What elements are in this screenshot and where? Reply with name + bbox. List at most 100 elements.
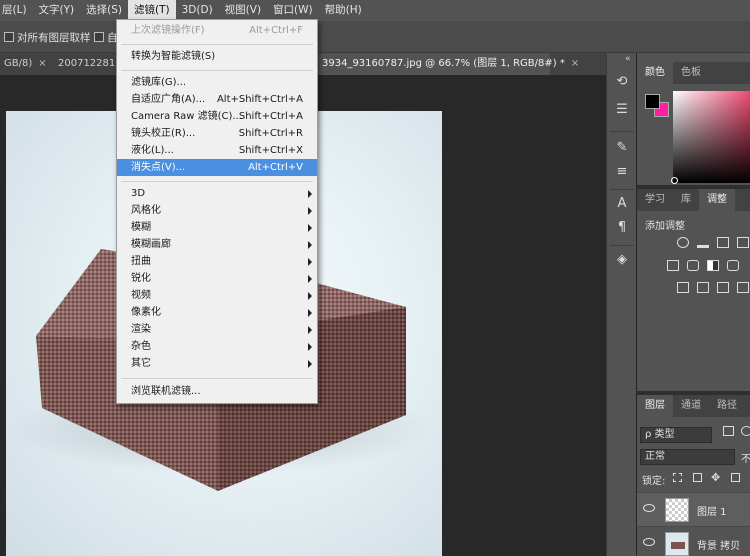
menu-item-blur-gallery[interactable]: 模糊画廊: [117, 236, 317, 253]
menu-item-label: 消失点(V)...: [131, 162, 186, 173]
menu-item-other[interactable]: 其它: [117, 355, 317, 372]
tab-libraries[interactable]: 库: [673, 189, 699, 211]
menu-select[interactable]: 选择(S): [80, 0, 128, 21]
menu-item-label: 其它: [131, 358, 151, 369]
menu-item-lens-correction[interactable]: 镜头校正(R)... Shift+Ctrl+R: [117, 125, 317, 142]
menu-item-distort[interactable]: 扭曲: [117, 253, 317, 270]
exposure-icon[interactable]: [737, 237, 749, 248]
filter-dropdown-menu: 上次滤镜操作(F) Alt+Ctrl+F 转换为智能滤镜(S) 滤镜库(G)..…: [116, 19, 318, 404]
menu-item-3d[interactable]: 3D: [117, 185, 317, 202]
levels-icon[interactable]: [697, 237, 709, 248]
menu-item-sharpen[interactable]: 锐化: [117, 270, 317, 287]
doc-tab-active[interactable]: 3934_93160787.jpg @ 66.7% (图层 1, RGB/8#)…: [318, 53, 579, 75]
menu-window[interactable]: 窗口(W): [267, 0, 319, 21]
color-picker-cursor[interactable]: [671, 177, 678, 184]
layer-row[interactable]: 背景 拷贝: [637, 526, 750, 556]
image-filter-icon[interactable]: [723, 426, 734, 436]
lock-transparent-icon[interactable]: [673, 473, 682, 482]
layer-filter-kind-value: ρ 类型: [645, 429, 675, 440]
lock-position-icon[interactable]: ✥: [711, 471, 720, 484]
color-picker-field[interactable]: [673, 91, 750, 183]
submenu-arrow-icon: [308, 326, 312, 334]
tab-layers[interactable]: 图层: [637, 395, 673, 417]
brightness-icon[interactable]: [677, 237, 689, 248]
menu-3d[interactable]: 3D(D): [176, 0, 219, 21]
menu-item-camera-raw[interactable]: Camera Raw 滤镜(C)... Shift+Ctrl+A: [117, 108, 317, 125]
menu-item-noise[interactable]: 杂色: [117, 338, 317, 355]
menu-item-label: 镜头校正(R)...: [131, 128, 196, 139]
menu-item-render[interactable]: 渲染: [117, 321, 317, 338]
visibility-eye-icon[interactable]: [643, 504, 655, 512]
menu-layer[interactable]: 层(L): [0, 0, 33, 21]
tab-learn[interactable]: 学习: [637, 189, 673, 211]
submenu-arrow-icon: [308, 224, 312, 232]
menu-item-blur[interactable]: 模糊: [117, 219, 317, 236]
3d-cube-icon[interactable]: ◈: [613, 251, 631, 269]
adjustment-filter-icon[interactable]: [741, 426, 750, 436]
layers-panel-tabs: 图层 通道 路径: [637, 395, 750, 417]
black-white-icon[interactable]: [707, 260, 719, 271]
submenu-arrow-icon: [308, 190, 312, 198]
lock-pixels-icon[interactable]: [693, 473, 702, 482]
curves-icon[interactable]: [717, 237, 729, 248]
gradient-map-icon[interactable]: [737, 282, 749, 293]
menu-item-video[interactable]: 视频: [117, 287, 317, 304]
threshold-icon[interactable]: [717, 282, 729, 293]
character-icon[interactable]: A: [613, 195, 631, 213]
menu-item-last-filter[interactable]: 上次滤镜操作(F) Alt+Ctrl+F: [117, 22, 317, 39]
menu-item-stylize[interactable]: 风格化: [117, 202, 317, 219]
properties-icon[interactable]: ☰: [613, 101, 631, 119]
history-icon[interactable]: ⟲: [613, 73, 631, 91]
layer-row[interactable]: 图层 1: [637, 492, 750, 526]
options-bar: 对所有图层取样 自: [0, 21, 750, 53]
menu-item-label: 杂色: [131, 341, 151, 352]
sliders-icon[interactable]: ≡: [613, 163, 631, 181]
tab-channels[interactable]: 通道: [673, 395, 709, 417]
lock-artboard-icon[interactable]: [731, 473, 740, 482]
menu-view[interactable]: 视图(V): [219, 0, 267, 21]
menu-item-shortcut: Alt+Ctrl+V: [248, 162, 303, 173]
doc-tab-2[interactable]: 200712281: [54, 53, 115, 75]
layer-filter-kind-select[interactable]: ρ 类型: [640, 427, 712, 443]
menu-item-vanishing-point[interactable]: 消失点(V)... Alt+Ctrl+V: [117, 159, 317, 176]
menu-filter[interactable]: 滤镜(T): [128, 0, 176, 21]
paragraph-icon[interactable]: ¶: [613, 219, 631, 237]
menu-item-label: 模糊: [131, 222, 151, 233]
menu-item-liquify[interactable]: 液化(L)... Shift+Ctrl+X: [117, 142, 317, 159]
tab-paths[interactable]: 路径: [709, 395, 745, 417]
menu-item-shortcut: Shift+Ctrl+R: [238, 128, 303, 139]
menu-item-label: 液化(L)...: [131, 145, 174, 156]
add-adjustment-label: 添加调整: [645, 221, 685, 232]
menu-item-label: 滤镜库(G)...: [131, 77, 187, 88]
sample-all-layers-checkbox[interactable]: [4, 32, 14, 42]
tab-adjustments[interactable]: 调整: [699, 189, 735, 211]
menu-item-filter-gallery[interactable]: 滤镜库(G)...: [117, 74, 317, 91]
menu-item-convert-smart-filters[interactable]: 转换为智能滤镜(S): [117, 48, 317, 65]
menu-type[interactable]: 文字(Y): [33, 0, 81, 21]
menu-help[interactable]: 帮助(H): [319, 0, 368, 21]
foreground-color-swatch[interactable]: [645, 94, 660, 109]
tab-color[interactable]: 颜色: [637, 62, 673, 84]
menu-item-adaptive-wide-angle[interactable]: 自适应广角(A)... Alt+Shift+Ctrl+A: [117, 91, 317, 108]
brush-icon[interactable]: ✎: [613, 139, 631, 157]
photo-filter-icon[interactable]: [727, 260, 739, 271]
tab-swatches[interactable]: 色板: [673, 62, 709, 84]
menu-item-browse-online[interactable]: 浏览联机滤镜...: [117, 383, 317, 400]
close-icon[interactable]: ×: [38, 58, 46, 69]
close-icon[interactable]: ×: [571, 58, 579, 69]
doc-tab-2-label: 200712281: [58, 58, 116, 69]
auto-checkbox[interactable]: [94, 32, 104, 42]
menu-bar: 层(L) 文字(Y) 选择(S) 滤镜(T) 3D(D) 视图(V) 窗口(W)…: [0, 0, 750, 21]
menu-item-label: 风格化: [131, 205, 161, 216]
blend-mode-select[interactable]: 正常: [640, 449, 735, 465]
collapse-icon[interactable]: «: [625, 54, 631, 64]
menu-item-pixelate[interactable]: 像素化: [117, 304, 317, 321]
submenu-arrow-icon: [308, 360, 312, 368]
posterize-icon[interactable]: [697, 282, 709, 293]
invert-icon[interactable]: [677, 282, 689, 293]
doc-tab-1[interactable]: GB/8) ×: [0, 53, 47, 75]
sample-all-layers-label: 对所有图层取样: [17, 32, 91, 44]
hue-saturation-icon[interactable]: [687, 260, 699, 271]
visibility-eye-icon[interactable]: [643, 538, 655, 546]
vibrance-icon[interactable]: [667, 260, 679, 271]
